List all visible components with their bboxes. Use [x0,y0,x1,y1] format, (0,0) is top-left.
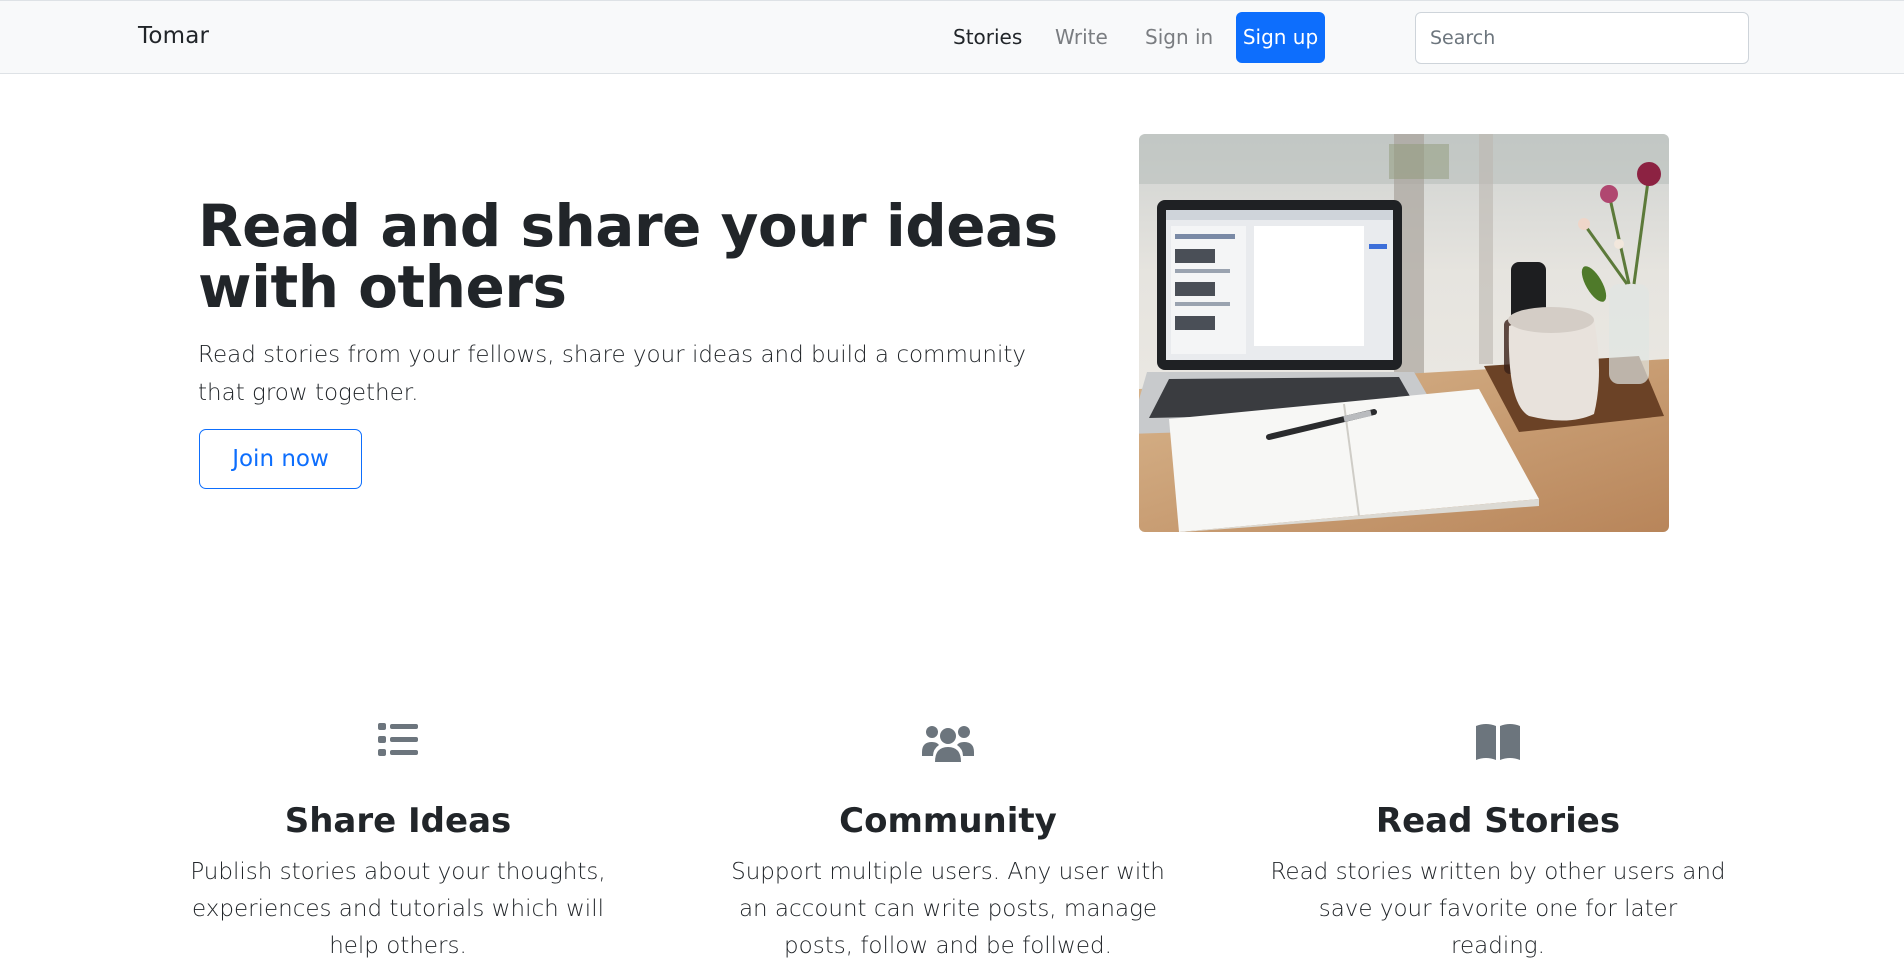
nav-link-stories[interactable]: Stories [953,25,1022,49]
list-icon [138,722,658,776]
feature-text: Read stories written by other users and … [1270,859,1726,959]
navbar: Tomar Stories Write Sign in Sign up [0,0,1904,74]
hero-lead-text: Read stories from your fellows, share yo… [198,342,1027,406]
feature-text: Publish stories about your thoughts, exp… [190,859,606,959]
feature-share-ideas: Share Ideas Publish stories about your t… [138,722,658,959]
hero-title: Read and share your ideas with others [198,192,1058,321]
brand-logo-link[interactable]: Tomar [138,23,209,49]
users-icon [688,722,1208,776]
feature-title: Share Ideas [284,801,512,841]
nav-link-write[interactable]: Write [1055,25,1108,49]
hero-image [1139,134,1669,532]
nav-link-sign-in[interactable]: Sign in [1145,25,1213,49]
feature-text: Support multiple users. Any user with an… [731,859,1165,959]
search-input[interactable] [1415,12,1749,64]
feature-community: Community Support multiple users. Any us… [688,722,1208,959]
feature-title: Read Stories [1375,801,1621,841]
feature-title: Community [839,801,1057,841]
join-now-button[interactable]: Join now [199,429,362,489]
sign-up-button[interactable]: Sign up [1236,12,1325,63]
book-icon [1238,722,1758,776]
feature-read-stories: Read Stories Read stories written by oth… [1238,722,1758,959]
